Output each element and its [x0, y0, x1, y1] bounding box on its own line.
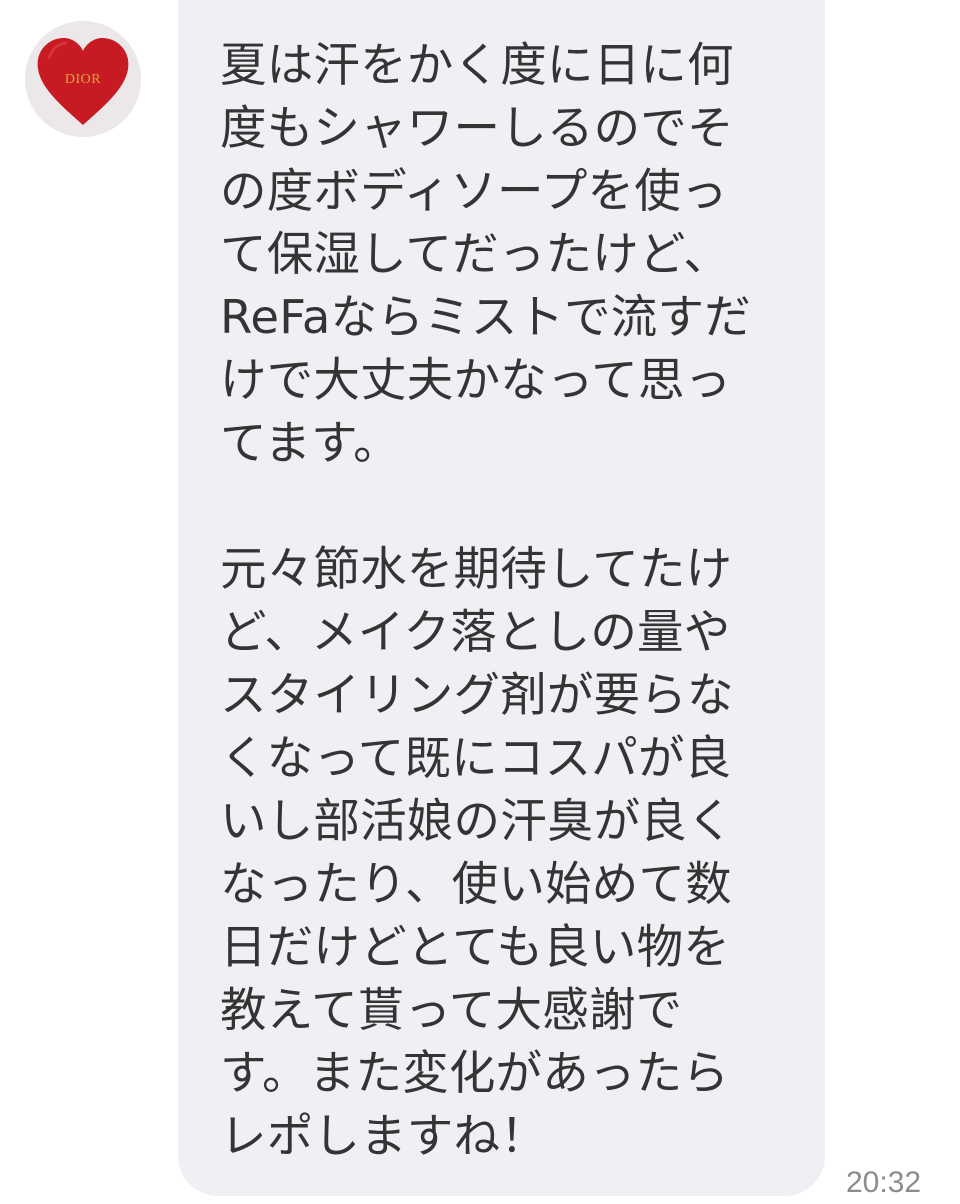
message-line: レポしますね！	[220, 1109, 547, 1163]
message-line: す。また変化があったら	[220, 1046, 730, 1100]
message-line: ReFaならミストで流すだ	[220, 290, 751, 344]
message-paragraph-1: 夏は汗をかく度に日に何 度もシャワーしるのでそ の度ボディソープを使っ て保湿し…	[220, 34, 805, 475]
chat-view: DIOR 夏は汗をかく度に日に何 度もシャワーしるのでそ の度ボディソープを使っ…	[0, 0, 960, 1204]
message-bubble[interactable]: 夏は汗をかく度に日に何 度もシャワーしるのでそ の度ボディソープを使っ て保湿し…	[178, 0, 825, 1196]
heart-icon: DIOR	[25, 21, 141, 137]
message-line: 教えて貰って大感謝で	[220, 983, 683, 1037]
message-line: くなって既にコスパが良	[220, 731, 732, 785]
message-line: いし部活娘の汗臭が良く	[220, 794, 734, 848]
avatar-logo-text: DIOR	[65, 72, 101, 87]
message-line: ど、メイク落としの量や	[220, 605, 731, 659]
message-line: スタイリング剤が要らな	[220, 668, 734, 722]
message-line: てます。	[220, 416, 400, 470]
message-line: 元々節水を期待してたけ	[220, 542, 733, 596]
avatar[interactable]: DIOR	[25, 21, 141, 137]
message-line: けで大丈夫かなって思っ	[220, 353, 732, 407]
message-line: なったり、使い始めて数	[220, 857, 732, 911]
message-timestamp: 20:32	[846, 1166, 922, 1199]
message-line: 度もシャワーしるのでそ	[220, 101, 734, 155]
message-paragraph-2: 元々節水を期待してたけ ど、メイク落としの量や スタイリング剤が要らな くなって…	[220, 538, 805, 1168]
message-line: 夏は汗をかく度に日に何	[220, 38, 734, 92]
message-line: 日だけどとても良い物を	[220, 920, 730, 974]
message-line: て保湿してだったけど、	[220, 227, 730, 281]
message-line: の度ボディソープを使っ	[220, 164, 728, 218]
